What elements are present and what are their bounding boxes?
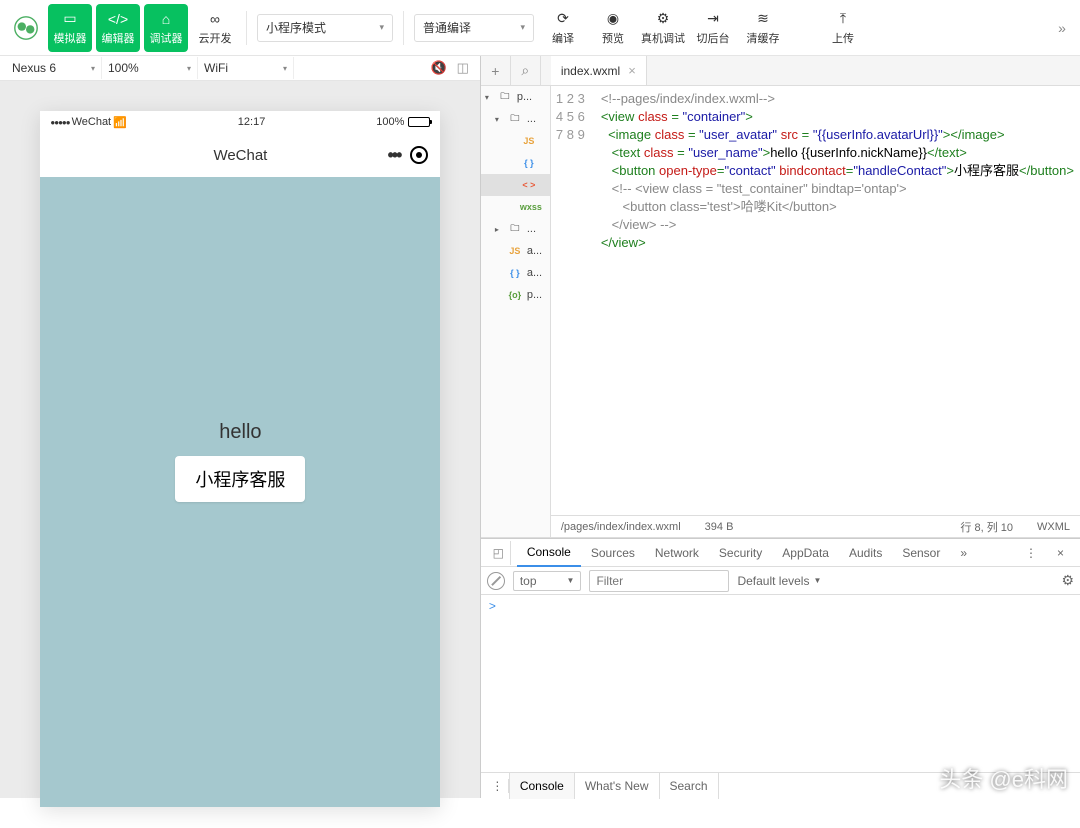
devtools-tab-network[interactable]: Network xyxy=(645,539,709,567)
tree-root[interactable]: ▾🗀p... xyxy=(481,86,550,108)
context-select[interactable]: top▼ xyxy=(513,571,582,591)
cut-background-button[interactable]: ⇥切后台 xyxy=(690,4,736,52)
time-label: 12:17 xyxy=(238,116,266,128)
signal-dots-icon: ●●●●● xyxy=(50,118,69,127)
log-levels-select[interactable]: Default levels ▼ xyxy=(737,574,821,588)
tree-project-config[interactable]: {o}p... xyxy=(481,284,550,306)
debugger-button[interactable]: ⌂调试器 xyxy=(144,4,188,52)
editor-status-bar: /pages/index/index.wxml 394 B 行 8, 列 10 … xyxy=(551,515,1080,537)
preview-button[interactable]: ◉预览 xyxy=(590,4,636,52)
tree-folder[interactable]: ▾🗀... xyxy=(481,108,550,130)
cloud-dev-button[interactable]: ∞云开发 xyxy=(192,4,238,52)
main-area: Nexus 6▾ 100%▾ WiFi▾ 🔇 ◫ ●●●●● WeChat 📶 … xyxy=(0,56,1080,798)
simulator-subbar: Nexus 6▾ 100%▾ WiFi▾ 🔇 ◫ xyxy=(0,56,481,81)
file-tab[interactable]: index.wxml× xyxy=(551,56,647,85)
phone-nav-bar: WeChat ••• xyxy=(40,133,440,177)
phone-simulator: ●●●●● WeChat 📶 12:17 100% WeChat ••• hel xyxy=(40,111,440,807)
page-title: WeChat xyxy=(213,147,267,164)
devtools-tab-more-icon[interactable]: » xyxy=(950,539,977,567)
tree-file-json[interactable]: { } xyxy=(481,152,550,174)
phone-body: hello 小程序客服 xyxy=(40,177,440,807)
cursor-position: 行 8, 列 10 xyxy=(960,519,1013,535)
clear-cache-button[interactable]: ≋清缓存 xyxy=(740,4,786,52)
devtools-tabs: ◰ Console Sources Network Security AppDa… xyxy=(481,539,1080,567)
hello-text: hello xyxy=(219,421,261,444)
customer-service-button[interactable]: 小程序客服 xyxy=(175,456,305,502)
compile-mode-select[interactable]: 普通编译▾ xyxy=(414,14,534,42)
tree-file-wxss[interactable]: wxss xyxy=(481,196,550,218)
new-tab-button[interactable]: + xyxy=(481,56,511,85)
tree-file-wxml[interactable]: < > xyxy=(481,174,550,196)
network-select[interactable]: WiFi▾ xyxy=(198,57,294,79)
simulator-button[interactable]: ▭模拟器 xyxy=(48,4,92,52)
layout-icon[interactable]: ◫ xyxy=(451,56,475,80)
tree-file-js[interactable]: JS xyxy=(481,130,550,152)
drawer-tab-console[interactable]: Console xyxy=(509,773,575,799)
right-pane: + ⌕ ▾🗀p... ▾🗀... JS { } < > wxss ▸🗀... xyxy=(481,56,1080,798)
devtools-kebab-icon[interactable]: ⋮ xyxy=(1015,539,1047,567)
editor-area: + ⌕ ▾🗀p... ▾🗀... JS { } < > wxss ▸🗀... xyxy=(481,56,1080,537)
compile-button[interactable]: ⟳编译 xyxy=(540,4,586,52)
code-content[interactable]: <!--pages/index/index.wxml--> <view clas… xyxy=(595,86,1080,515)
devtools-tab-sensor[interactable]: Sensor xyxy=(892,539,950,567)
drawer-menu-icon[interactable]: ⋮ xyxy=(487,779,509,793)
more-icon[interactable]: » xyxy=(1050,20,1074,36)
phone-status-bar: ●●●●● WeChat 📶 12:17 100% xyxy=(40,111,440,133)
clear-console-icon[interactable] xyxy=(487,572,505,590)
line-gutter: 1 2 3 4 5 6 7 8 9 xyxy=(551,86,595,515)
close-tab-icon[interactable]: × xyxy=(628,63,636,78)
file-tree: ▾🗀p... ▾🗀... JS { } < > wxss ▸🗀... JSa..… xyxy=(481,86,551,537)
file-path: /pages/index/index.wxml xyxy=(561,521,681,533)
tree-folder-collapsed[interactable]: ▸🗀... xyxy=(481,218,550,240)
filter-input[interactable] xyxy=(589,570,729,592)
console-prompt: > xyxy=(489,599,496,613)
editor-button[interactable]: </>编辑器 xyxy=(96,4,140,52)
carrier-label: WeChat xyxy=(72,116,112,128)
console-body[interactable]: > xyxy=(481,595,1080,772)
devtools-panel: ◰ Console Sources Network Security AppDa… xyxy=(481,538,1080,798)
app-logo xyxy=(6,8,46,48)
search-button[interactable]: ⌕ xyxy=(511,56,541,85)
file-language: WXML xyxy=(1037,521,1070,533)
devtools-tab-console[interactable]: Console xyxy=(517,539,581,567)
devtools-tab-sources[interactable]: Sources xyxy=(581,539,645,567)
wifi-icon: 📶 xyxy=(113,116,127,129)
editor-row: + ⌕ ▾🗀p... ▾🗀... JS { } < > wxss ▸🗀... xyxy=(481,56,1080,538)
battery-icon xyxy=(408,117,430,127)
console-filter-bar: top▼ Default levels ▼ ⚙ xyxy=(481,567,1080,595)
zoom-select[interactable]: 100%▾ xyxy=(102,57,198,79)
remote-debug-button[interactable]: ⚙真机调试 xyxy=(640,4,686,52)
battery-label: 100% xyxy=(376,116,404,128)
simulator-pane: Nexus 6▾ 100%▾ WiFi▾ 🔇 ◫ ●●●●● WeChat 📶 … xyxy=(0,56,481,798)
element-inspect-icon[interactable]: ◰ xyxy=(487,541,511,565)
devtools-tab-appdata[interactable]: AppData xyxy=(772,539,839,567)
devtools-close-icon[interactable]: × xyxy=(1047,539,1074,567)
file-size: 394 B xyxy=(705,521,734,533)
tree-app-json[interactable]: { }a... xyxy=(481,262,550,284)
drawer-tab-whatsnew[interactable]: What's New xyxy=(575,773,660,799)
code-editor[interactable]: 1 2 3 4 5 6 7 8 9 <!--pages/index/index.… xyxy=(551,86,1080,515)
drawer-tab-search[interactable]: Search xyxy=(660,773,719,799)
top-toolbar: ▭模拟器 </>编辑器 ⌂调试器 ∞云开发 小程序模式▾ 普通编译▾ ⟳编译 ◉… xyxy=(0,0,1080,56)
tree-app-js[interactable]: JSa... xyxy=(481,240,550,262)
mute-icon[interactable]: 🔇 xyxy=(427,56,451,80)
upload-button[interactable]: ⤒上传 xyxy=(820,4,866,52)
capsule-close-icon[interactable] xyxy=(410,146,428,164)
devtools-drawer-tabs: ⋮ Console What's New Search xyxy=(481,772,1080,798)
device-select[interactable]: Nexus 6▾ xyxy=(6,57,102,79)
capsule-menu-icon[interactable]: ••• xyxy=(388,145,401,166)
console-settings-icon[interactable]: ⚙ xyxy=(1061,572,1074,589)
mode-select[interactable]: 小程序模式▾ xyxy=(257,14,393,42)
devtools-tab-audits[interactable]: Audits xyxy=(839,539,892,567)
devtools-tab-security[interactable]: Security xyxy=(709,539,772,567)
